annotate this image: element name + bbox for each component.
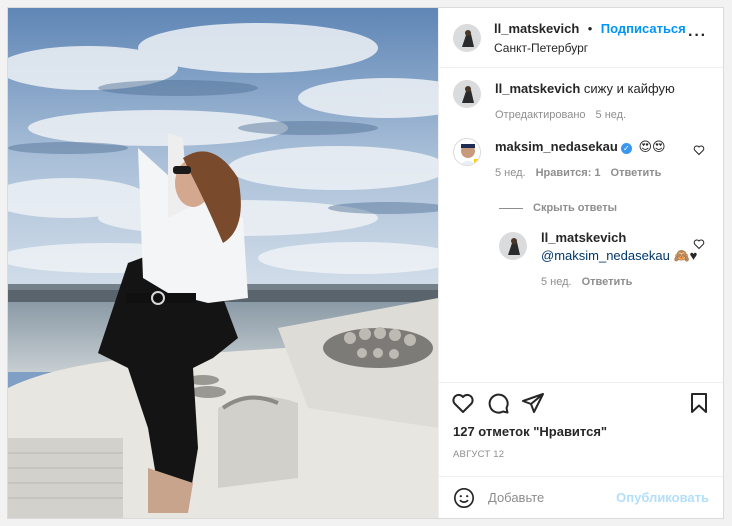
like-heart-icon[interactable] bbox=[451, 391, 475, 415]
comment-icon[interactable] bbox=[486, 391, 510, 415]
reply-author[interactable]: ll_matskevich bbox=[541, 229, 697, 247]
edited-label: Отредактировано bbox=[495, 109, 586, 121]
hide-replies-line bbox=[499, 207, 523, 209]
caption-body: ll_matskevich сижу и кайфую Отредактиров… bbox=[495, 80, 675, 124]
post-location[interactable]: Санкт-Петербург bbox=[494, 41, 686, 55]
reply-like-heart-icon[interactable] bbox=[693, 238, 705, 250]
caption: ll_matskevich сижу и кайфую Отредактиров… bbox=[453, 80, 709, 124]
caption-text: сижу и кайфую bbox=[583, 81, 675, 96]
post-sidebar: ll_matskevich • Подписаться Санкт-Петерб… bbox=[438, 8, 723, 518]
caption-time[interactable]: 5 нед. bbox=[596, 109, 627, 121]
post-actions bbox=[439, 382, 723, 422]
verified-badge-icon: ✓ bbox=[620, 143, 632, 154]
share-icon[interactable] bbox=[521, 391, 545, 415]
post-date[interactable]: АВГУСТ 12 bbox=[439, 439, 723, 460]
post-photo[interactable] bbox=[8, 8, 438, 518]
comment-text: 😍😍 bbox=[638, 139, 666, 154]
comment-likes[interactable]: Нравится: 1 bbox=[536, 167, 601, 179]
likes-count[interactable]: 127 отметок "Нравится" bbox=[439, 422, 723, 439]
emoji-icon[interactable] bbox=[453, 487, 475, 509]
boat-photo bbox=[8, 8, 438, 518]
reply-meta: 5 нед. Ответить bbox=[541, 273, 697, 291]
comment-author[interactable]: maksim_nedasekau bbox=[495, 139, 618, 154]
caption-author[interactable]: ll_matskevich bbox=[495, 81, 580, 96]
bookmark-icon[interactable] bbox=[687, 391, 711, 415]
reply-item: ll_matskevich @maksim_nedasekau 🙈♥ 5 нед… bbox=[499, 229, 709, 291]
publish-button[interactable]: Опубликовать bbox=[616, 490, 709, 505]
author-username[interactable]: ll_matskevich bbox=[494, 21, 579, 36]
comment-like-heart-icon[interactable] bbox=[693, 144, 705, 156]
comment-reply-button[interactable]: Ответить bbox=[611, 167, 662, 179]
comment-time[interactable]: 5 нед. bbox=[495, 167, 526, 179]
author-avatar[interactable] bbox=[453, 23, 481, 52]
reply-reply-button[interactable]: Ответить bbox=[582, 276, 633, 288]
post-header: ll_matskevich • Подписаться Санкт-Петерб… bbox=[439, 8, 723, 68]
hide-replies-label: Скрыть ответы bbox=[533, 202, 617, 214]
add-comment-bar: Опубликовать bbox=[439, 476, 723, 518]
reply-body: ll_matskevich @maksim_nedasekau 🙈♥ 5 нед… bbox=[541, 229, 697, 291]
comment-meta: 5 нед. Нравится: 1 Ответить bbox=[495, 164, 671, 182]
reply-mention-link[interactable]: @maksim_nedasekau bbox=[541, 248, 670, 263]
hide-replies-button[interactable]: Скрыть ответы bbox=[499, 202, 709, 214]
comment-input[interactable] bbox=[488, 490, 608, 505]
caption-meta: Отредактировано 5 нед. bbox=[495, 106, 675, 124]
caption-avatar[interactable] bbox=[453, 80, 481, 108]
commenter-avatar[interactable] bbox=[453, 138, 481, 166]
comment-item: maksim_nedasekau ✓ 😍😍 5 нед. Нравится: 1 От… bbox=[453, 138, 709, 182]
reply-avatar[interactable] bbox=[499, 232, 527, 260]
reply-text: 🙈♥ bbox=[673, 248, 698, 263]
comment-body: maksim_nedasekau ✓ 😍😍 5 нед. Нравится: 1 От… bbox=[495, 138, 671, 182]
post-author-info: ll_matskevich • Подписаться Санкт-Петерб… bbox=[494, 20, 686, 55]
more-horizontal-icon[interactable]: ··· bbox=[688, 28, 707, 44]
post-dialog: ll_matskevich • Подписаться Санкт-Петерб… bbox=[7, 7, 724, 519]
follow-button[interactable]: Подписаться bbox=[601, 21, 686, 36]
separator-dot: • bbox=[587, 21, 593, 36]
comments-list: ll_matskevich сижу и кайфую Отредактиров… bbox=[439, 68, 723, 382]
reply-time[interactable]: 5 нед. bbox=[541, 276, 572, 288]
